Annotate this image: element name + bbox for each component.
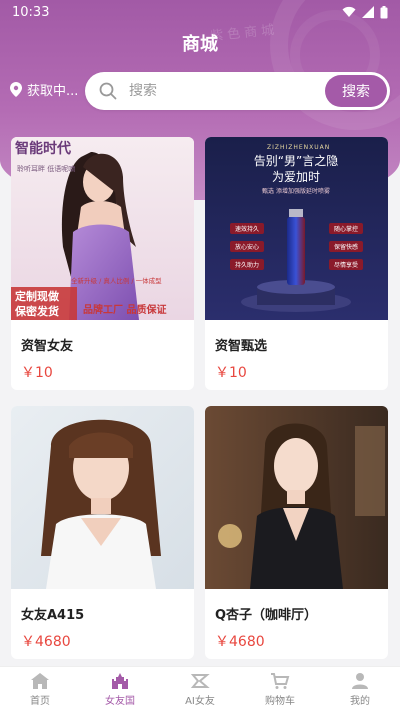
product-image[interactable]: 智能时代 聆听耳畔 低语呢喃 全新升级 / 真人比例 / 一体成型 定制现做 保… [11, 137, 194, 320]
nav-cart[interactable]: 购物车 [240, 667, 320, 712]
status-bar: 10:33 [0, 0, 400, 24]
product-card[interactable]: Q杏子（咖啡厅） ￥4680 [205, 406, 388, 659]
ai-girlfriend-icon [190, 674, 210, 688]
location-label: 获取中... [27, 84, 79, 99]
banner-side: 聆听耳畔 低语呢喃 [17, 164, 75, 173]
banner-line2: 定制现做 [15, 289, 60, 303]
product-price: ￥10 [21, 365, 53, 381]
product-card[interactable]: 智能时代 聆听耳畔 低语呢喃 全新升级 / 真人比例 / 一体成型 定制现做 保… [11, 137, 194, 390]
banner-line4: 品牌工厂 品质保证 [83, 303, 166, 316]
banner-brand: ZIZHIZHENXUAN [267, 144, 330, 151]
product-photo: 智能时代 聆听耳畔 低语呢喃 全新升级 / 真人比例 / 一体成型 定制现做 保… [11, 137, 194, 320]
location-pin-icon [10, 82, 22, 97]
product-card[interactable]: ZIZHIZHENXUAN 告别“男”言之隐 为爱加时 甄选 添增加强版延时喷雾… [205, 137, 388, 390]
banner-subline: 为爱加时 [272, 170, 320, 184]
banner-headline: 告别“男”言之隐 [254, 154, 338, 168]
location-selector[interactable]: 获取中... [10, 80, 78, 99]
signal-icon [362, 6, 374, 18]
banner-line3: 保密发货 [14, 304, 59, 318]
search-button[interactable]: 搜索 [325, 75, 387, 107]
nav-profile[interactable]: 我的 [320, 667, 400, 712]
product-photo [11, 406, 194, 589]
banner-line1: 智能时代 [14, 140, 71, 157]
product-photo: ZIZHIZHENXUAN 告别“男”言之隐 为爱加时 甄选 添增加强版延时喷雾… [205, 137, 388, 320]
castle-icon [112, 673, 128, 689]
home-icon [31, 673, 49, 689]
product-name: 资智女友 [21, 339, 74, 354]
bottom-navigation: 首页 女友国 AI女友 购物车 我的 [0, 666, 400, 712]
banner-tag-0: 速效持久 [235, 225, 259, 233]
status-time: 10:33 [12, 4, 50, 20]
cart-icon [271, 673, 290, 689]
product-image[interactable]: ZIZHIZHENXUAN 告别“男”言之隐 为爱加时 甄选 添增加强版延时喷雾… [205, 137, 388, 320]
nav-label: AI女友 [185, 696, 215, 707]
nav-label: 首页 [30, 696, 50, 707]
user-icon [352, 673, 368, 689]
product-image[interactable] [11, 406, 194, 589]
banner-tag-1: 随心掌控 [334, 225, 358, 233]
product-price: ￥10 [215, 365, 247, 381]
product-name: 资智甄选 [215, 339, 268, 354]
page-title: 商城 [182, 34, 218, 55]
battery-icon [380, 5, 388, 18]
banner-tag-2: 放心安心 [235, 243, 259, 251]
nav-label: 购物车 [265, 696, 295, 707]
product-image[interactable] [205, 406, 388, 589]
search-bar: 搜索 [85, 72, 390, 110]
search-input[interactable] [129, 83, 309, 99]
banner-tag-5: 尽情享受 [334, 261, 358, 269]
search-icon [99, 82, 117, 100]
banner-tag-3: 保留快感 [334, 243, 358, 251]
nav-label: 我的 [350, 696, 370, 707]
nav-label: 女友国 [105, 696, 135, 707]
nav-ai-girlfriend[interactable]: AI女友 [160, 667, 240, 712]
product-price: ￥4680 [21, 634, 71, 650]
product-grid: 智能时代 聆听耳畔 低语呢喃 全新升级 / 真人比例 / 一体成型 定制现做 保… [11, 137, 389, 659]
banner-tag: 全新升级 / 真人比例 / 一体成型 [71, 276, 162, 285]
banner-sub: 甄选 添增加强版延时喷雾 [262, 187, 330, 195]
product-photo [205, 406, 388, 589]
product-card[interactable]: 女友A415 ￥4680 [11, 406, 194, 659]
nav-girlfriend-land[interactable]: 女友国 [80, 667, 160, 712]
wifi-icon [342, 6, 356, 17]
banner-tag-4: 持久助力 [235, 261, 259, 269]
product-price: ￥4680 [215, 634, 265, 650]
product-name: 女友A415 [21, 608, 85, 623]
product-name: Q杏子（咖啡厅） [215, 608, 318, 623]
nav-home[interactable]: 首页 [0, 667, 80, 712]
